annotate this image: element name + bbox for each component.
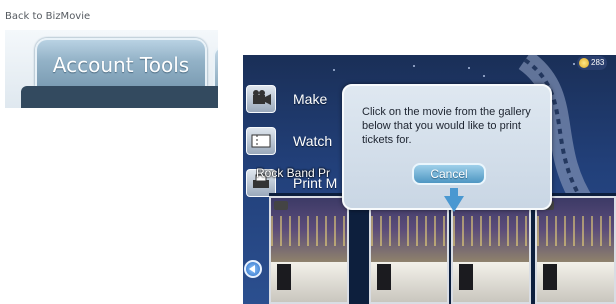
camera-icon [246,85,276,113]
menu-item-watch-label: Watch [293,133,333,149]
stage-lights [371,216,447,246]
ticket-icon [246,127,276,155]
gallery-movie-title: Rock Band Pr [256,166,331,180]
coin-icon [579,58,589,68]
stage-lights [537,216,614,246]
coin-counter: 283 [577,56,608,70]
tab-account-tools[interactable]: Account Tools [35,38,207,86]
stage-lights [271,216,347,246]
camera-badge-icon [274,201,288,210]
movie-thumbnail[interactable] [369,196,449,304]
print-tickets-dialog: Click on the movie from the gallery belo… [342,84,552,210]
speaker-icon [543,264,557,290]
movie-thumbnail[interactable] [269,196,349,304]
movie-thumbnail[interactable] [451,196,531,304]
back-to-bizmovie-link[interactable]: Back to BizMovie [5,11,90,22]
movie-thumbnail[interactable] [535,196,616,304]
menu-item-make[interactable]: Make [243,85,353,113]
speaker-icon [377,264,391,290]
tab-account-tools-label: Account Tools [52,53,190,77]
dialog-message: Click on the movie from the gallery belo… [362,106,531,146]
menu-item-make-label: Make [293,91,328,107]
cancel-button[interactable]: Cancel [412,163,486,185]
coin-count: 283 [591,58,605,67]
scroll-left-arrow-icon[interactable] [244,260,262,278]
menu-item-watch[interactable]: Watch [243,127,353,155]
speaker-icon [459,264,473,290]
down-arrow-icon [444,196,464,212]
account-content-bar [21,86,218,108]
stage-lights [453,216,529,246]
tab-next-partial[interactable] [213,46,218,86]
speaker-icon [277,264,291,290]
account-panel: Account Tools [5,30,218,108]
